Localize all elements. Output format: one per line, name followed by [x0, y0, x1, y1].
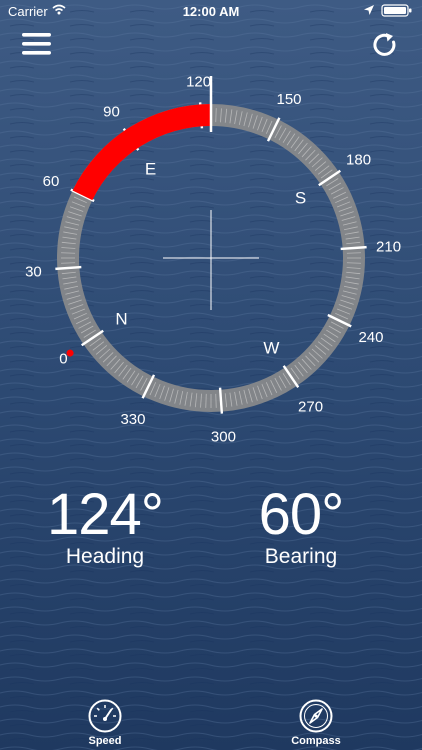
heading-arc	[72, 76, 213, 201]
tab-bar: Speed Compass	[0, 698, 422, 750]
heading-value: 124°	[47, 482, 164, 547]
tab-compass[interactable]: Compass	[276, 698, 356, 747]
bearing-label: Bearing	[264, 545, 338, 568]
bearing-value: 60°	[258, 482, 345, 547]
bearing-arc	[72, 104, 211, 201]
cardinal-north: N	[115, 309, 127, 328]
location-arrow-icon	[364, 5, 374, 15]
scale-label-90: 90	[103, 103, 120, 120]
bearing-readout: 60° Bearing	[201, 485, 401, 569]
tab-compass-label: Compass	[291, 735, 341, 747]
crosshair	[163, 210, 259, 310]
cardinal-south: S	[295, 189, 306, 208]
scale-label-180: 180	[346, 151, 371, 168]
cardinal-east: E	[145, 159, 156, 178]
tab-speed-label: Speed	[88, 735, 122, 747]
compass-icon	[299, 699, 333, 733]
scale-label-270: 270	[298, 399, 323, 416]
scale-label-240: 240	[358, 329, 383, 346]
speedometer-icon	[88, 699, 122, 733]
scale-label-0: 0	[59, 351, 67, 368]
heading-readout: 124° Heading	[5, 485, 205, 569]
refresh-button[interactable]	[368, 30, 402, 60]
tab-speed[interactable]: Speed	[65, 698, 145, 747]
clock: 12:00 AM	[182, 4, 240, 19]
scale-label-60: 60	[43, 173, 60, 190]
battery-icon	[381, 4, 412, 17]
scale-label-330: 330	[120, 411, 145, 428]
north-marker	[66, 349, 74, 357]
scale-label-300: 300	[211, 429, 236, 446]
scale-label-120: 120	[186, 73, 211, 90]
north-marker-dot	[66, 349, 74, 357]
scale-label-30: 30	[25, 263, 42, 280]
heading-label: Heading	[65, 545, 145, 568]
status-bar: Carrier 12:00 AM	[0, 0, 422, 22]
cardinal-west: W	[263, 339, 279, 358]
scale-label-210: 210	[376, 239, 401, 256]
scale-label-150: 150	[277, 91, 302, 108]
menu-button[interactable]	[20, 30, 54, 58]
compass-dial: 0 30 60 90 120 150 180 210 240 270 300 330 N E S W	[25, 73, 401, 446]
refresh-icon	[373, 33, 396, 56]
hamburger-menu-icon	[22, 33, 51, 55]
